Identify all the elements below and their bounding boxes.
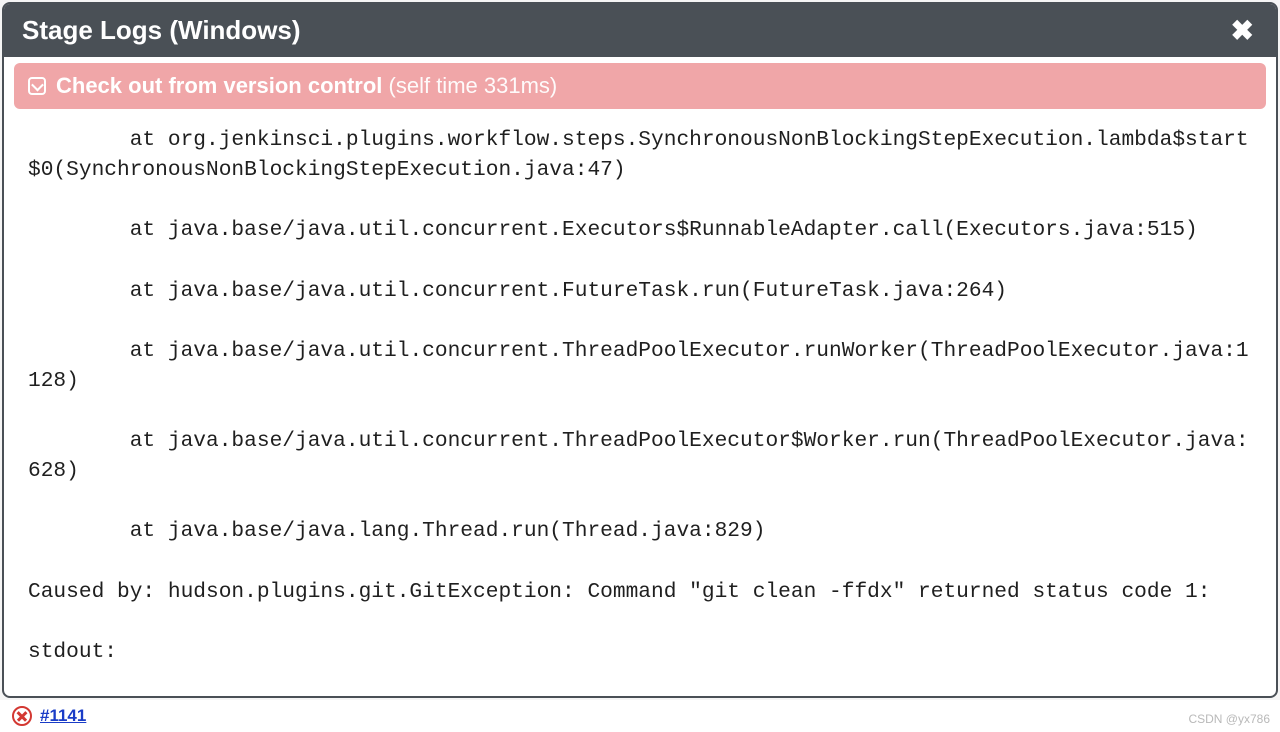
log-line: at java.base/java.lang.Thread.run(Thread… [28, 516, 1252, 546]
step-title: Check out from version control [56, 73, 382, 98]
stage-logs-modal: Stage Logs (Windows) ✖ Check out from ve… [2, 2, 1278, 698]
log-line: Caused by: hudson.plugins.git.GitExcepti… [28, 577, 1252, 607]
close-icon[interactable]: ✖ [1227, 14, 1258, 47]
step-banner[interactable]: Check out from version control (self tim… [14, 63, 1266, 109]
watermark: CSDN @yx786 [1188, 712, 1270, 726]
log-content: at org.jenkinsci.plugins.workflow.steps.… [14, 109, 1266, 686]
log-line: at org.jenkinsci.plugins.workflow.steps.… [28, 125, 1252, 185]
modal-title: Stage Logs (Windows) [22, 15, 301, 46]
log-line: at java.base/java.util.concurrent.Thread… [28, 426, 1252, 486]
build-failed-icon [12, 706, 32, 726]
log-line: stdout: [28, 637, 1252, 667]
log-line: at java.base/java.util.concurrent.Execut… [28, 215, 1252, 245]
build-link[interactable]: #1141 [40, 706, 86, 726]
footer-bar: #1141 [0, 700, 1280, 732]
modal-header: Stage Logs (Windows) ✖ [4, 4, 1276, 57]
log-viewport[interactable]: at org.jenkinsci.plugins.workflow.steps.… [14, 109, 1266, 686]
step-self-time: (self time 331ms) [389, 73, 558, 98]
expand-icon[interactable] [28, 77, 46, 95]
log-line: at java.base/java.util.concurrent.Future… [28, 276, 1252, 306]
modal-body: Check out from version control (self tim… [4, 57, 1276, 696]
log-line: at java.base/java.util.concurrent.Thread… [28, 336, 1252, 396]
